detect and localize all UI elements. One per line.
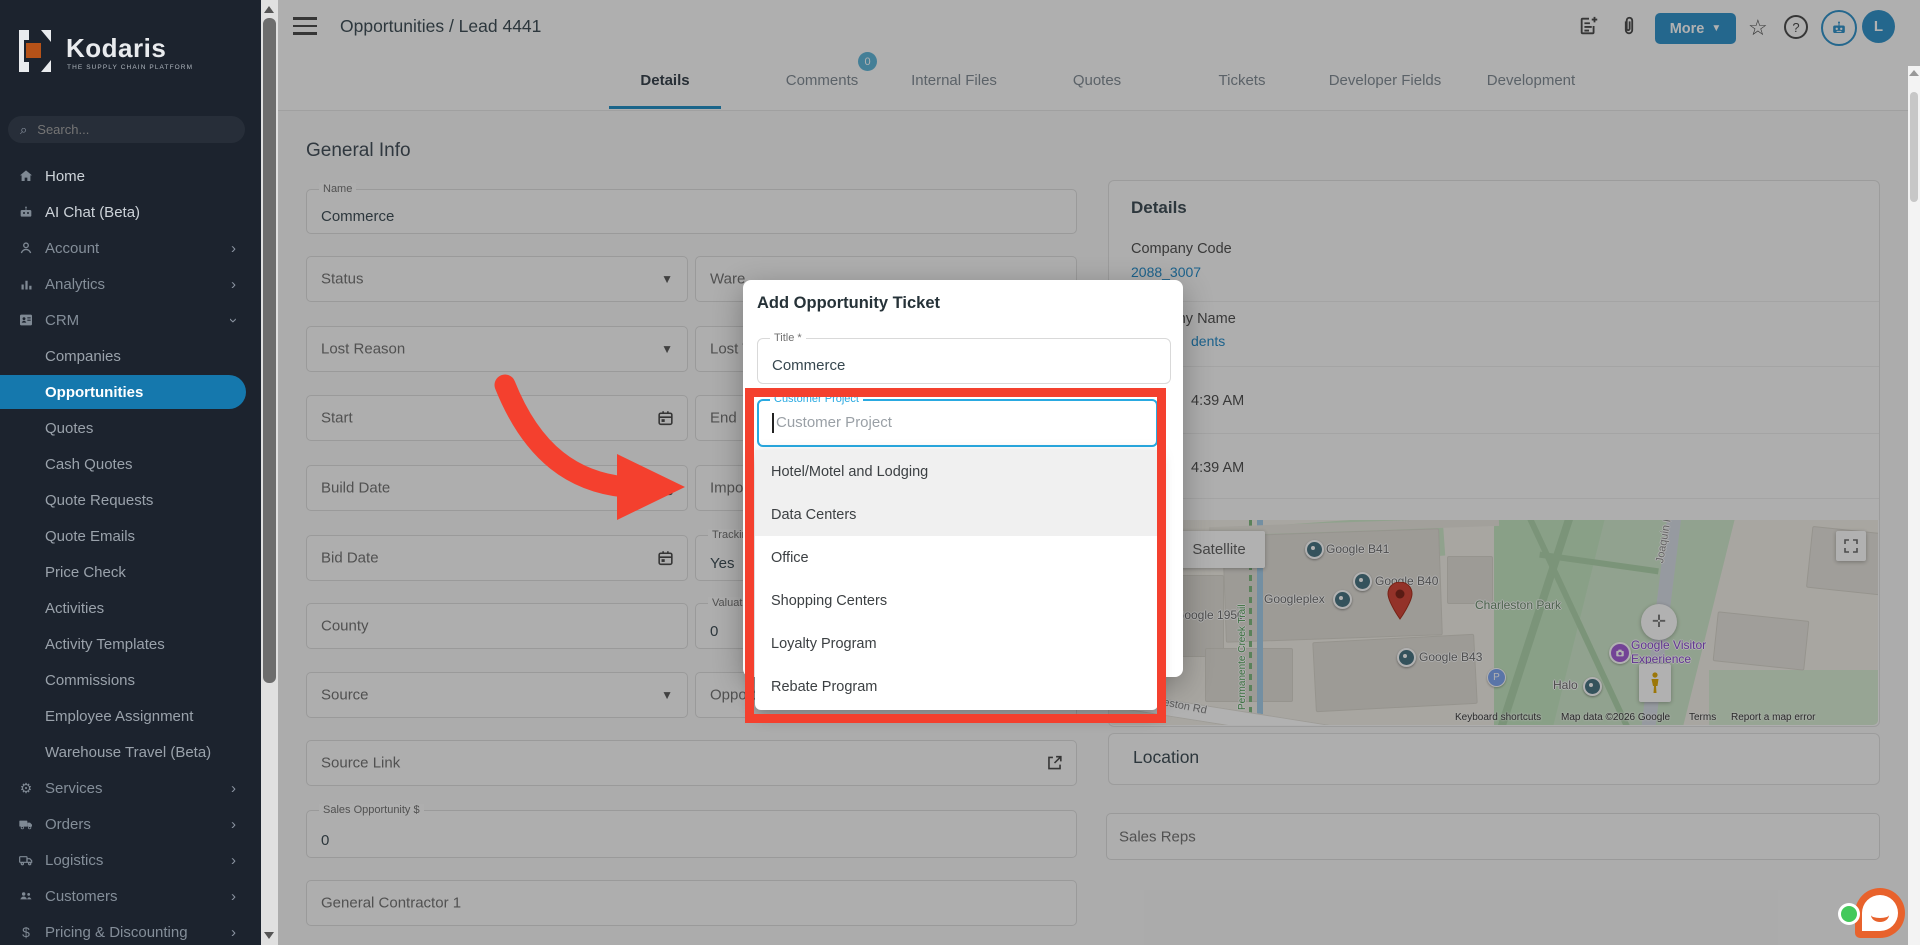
sidebar: Kodaris THE SUPPLY CHAIN PLATFORM ⌕ Home… — [0, 0, 261, 945]
sidebar-item-analytics[interactable]: Analytics › — [0, 267, 246, 301]
sidebar-item-quotes[interactable]: Quotes — [0, 411, 246, 445]
truck-icon — [17, 815, 35, 833]
shipping-truck-icon — [17, 851, 35, 869]
sidebar-item-pricing-discounting[interactable]: $ Pricing & Discounting › — [0, 915, 246, 945]
sidebar-item-ai-chat[interactable]: AI Chat (Beta) — [0, 195, 246, 229]
gear-icon: ⚙ — [19, 779, 33, 796]
online-status-dot — [1841, 906, 1857, 922]
sidebar-item-logistics[interactable]: Logistics › — [0, 843, 246, 877]
chevron-right-icon: › — [231, 923, 236, 941]
scroll-up-arrow[interactable] — [264, 6, 274, 13]
chevron-right-icon: › — [231, 275, 236, 293]
chevron-right-icon: › — [231, 779, 236, 797]
person-icon — [17, 239, 35, 257]
app-screen: Opportunities / Lead 4441 More ▼ ☆ ? L D… — [0, 0, 1920, 945]
sidebar-item-orders[interactable]: Orders › — [0, 807, 246, 841]
dollar-icon: $ — [22, 924, 30, 940]
chevron-right-icon: › — [231, 239, 236, 257]
chevron-right-icon: › — [231, 887, 236, 905]
sidebar-search[interactable]: ⌕ — [8, 116, 245, 143]
chevron-down-icon: › — [225, 317, 242, 323]
sidebar-item-opportunities[interactable]: Opportunities — [0, 375, 246, 409]
brand-tagline: THE SUPPLY CHAIN PLATFORM — [67, 64, 194, 71]
page-scrollbar[interactable] — [1908, 66, 1920, 945]
scroll-up-arrow[interactable] — [1909, 70, 1919, 76]
people-icon — [17, 887, 35, 905]
chat-bubble-icon[interactable] — [1855, 888, 1905, 938]
contact-card-icon — [17, 311, 35, 329]
annotation-arrow — [494, 374, 685, 520]
bar-chart-icon — [17, 275, 35, 293]
home-icon — [17, 167, 35, 185]
sidebar-item-employee-assignment[interactable]: Employee Assignment — [0, 699, 246, 733]
sidebar-item-crm[interactable]: CRM › — [0, 303, 246, 337]
kodaris-logo-icon — [17, 30, 57, 72]
sidebar-item-activities[interactable]: Activities — [0, 591, 246, 625]
annotation-highlight-box — [745, 388, 1166, 723]
search-input[interactable] — [35, 121, 220, 138]
chat-smile — [1871, 908, 1889, 922]
sidebar-item-account[interactable]: Account › — [0, 231, 246, 265]
sidebar-item-cash-quotes[interactable]: Cash Quotes — [0, 447, 246, 481]
sidebar-item-activity-templates[interactable]: Activity Templates — [0, 627, 246, 661]
modal-title: Add Opportunity Ticket — [757, 294, 941, 312]
brand-name: Kodaris — [66, 33, 167, 63]
sidebar-scrollbar[interactable] — [261, 0, 278, 945]
robot-icon — [17, 203, 35, 221]
sidebar-item-quote-requests[interactable]: Quote Requests — [0, 483, 246, 517]
chat-widget[interactable] — [1838, 884, 1918, 945]
sidebar-item-services[interactable]: ⚙ Services › — [0, 771, 246, 805]
search-icon: ⌕ — [20, 121, 28, 137]
sidebar-item-companies[interactable]: Companies — [0, 339, 246, 373]
chevron-right-icon: › — [231, 815, 236, 833]
ticket-title-field[interactable]: Title * Commerce — [757, 332, 1171, 384]
sidebar-item-home[interactable]: Home — [0, 159, 246, 193]
sidebar-item-commissions[interactable]: Commissions — [0, 663, 246, 697]
sidebar-item-warehouse-travel[interactable]: Warehouse Travel (Beta) — [0, 735, 246, 769]
scroll-down-arrow[interactable] — [264, 932, 274, 939]
scrollbar-thumb[interactable] — [263, 18, 276, 683]
sidebar-item-quote-emails[interactable]: Quote Emails — [0, 519, 246, 553]
sidebar-item-customers[interactable]: Customers › — [0, 879, 246, 913]
sidebar-item-price-check[interactable]: Price Check — [0, 555, 246, 589]
scrollbar-thumb[interactable] — [1910, 92, 1918, 202]
chevron-right-icon: › — [231, 851, 236, 869]
